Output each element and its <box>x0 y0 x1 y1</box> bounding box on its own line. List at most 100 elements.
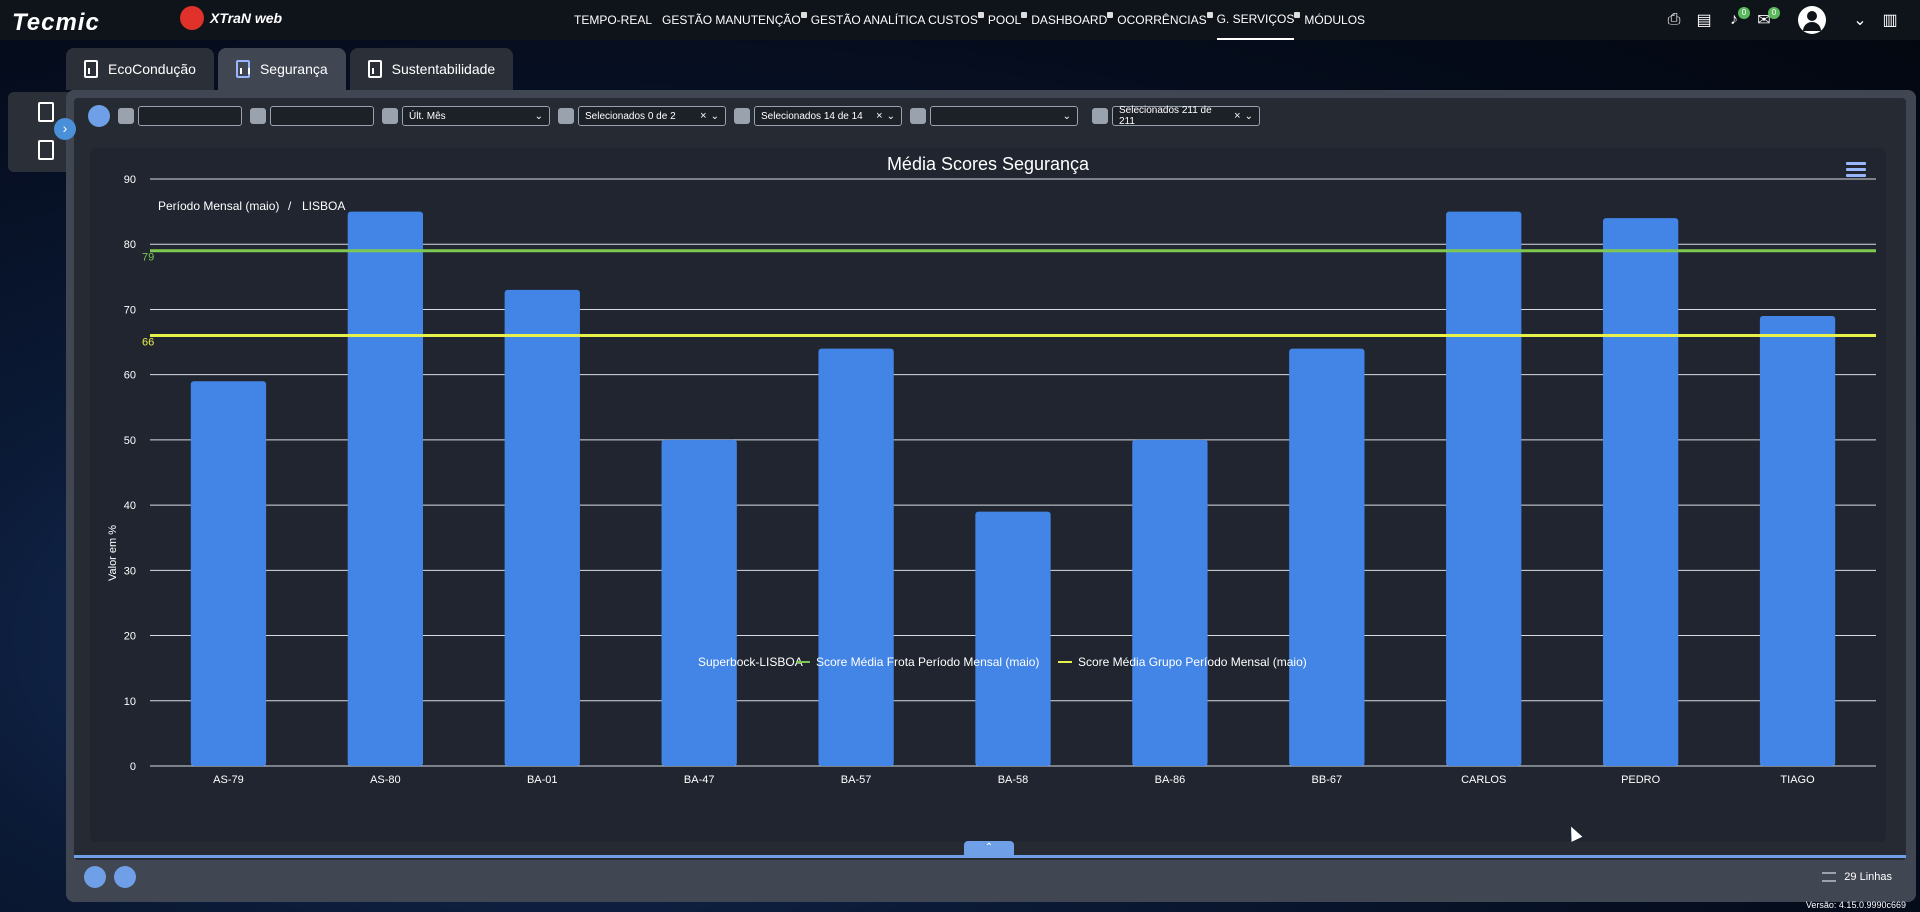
bar[interactable] <box>661 439 737 766</box>
x-tick-label: BA-47 <box>684 774 715 786</box>
period-select[interactable]: Últ. Mês ⌄ <box>402 106 550 126</box>
nav-item[interactable]: GESTÃO MANUTENÇÃO <box>662 0 807 40</box>
bar[interactable] <box>1289 348 1365 766</box>
groups-select[interactable]: Selecionados 14 de 14 × ⌄ <box>754 106 902 126</box>
chart-svg: Média Scores Segurança Período Mensal (m… <box>107 154 1876 786</box>
date-to-input[interactable] <box>270 106 374 126</box>
x-tick-label: AS-80 <box>370 774 401 786</box>
module-tabs: EcoCondução Segurança Sustentabilidade <box>66 48 517 90</box>
type-select[interactable]: ⌄ <box>930 106 1078 126</box>
list-icon <box>1822 872 1837 882</box>
date-from-input[interactable] <box>138 106 242 126</box>
bell-icon[interactable]: ♪ 0 <box>1724 7 1750 30</box>
nav-item[interactable]: GESTÃO ANALÍTICA CUSTOS <box>811 0 985 40</box>
nav-item[interactable]: TEMPO-REAL <box>574 0 652 40</box>
clear-icon[interactable]: × <box>876 110 882 122</box>
legend-item[interactable]: Score Média Frota Período Mensal (maio) <box>816 655 1039 669</box>
report-settings-icon[interactable]: ⎙ <box>1664 10 1684 30</box>
xtran-logo-text: XTraN web <box>210 9 283 26</box>
main-nav: TEMPO-REAL GESTÃO MANUTENÇÃO GESTÃO ANALÍT… <box>574 0 1375 40</box>
x-tick-label: BB-67 <box>1312 774 1343 786</box>
x-tick-label: BA-86 <box>1155 774 1186 786</box>
legend-item[interactable]: Superbock-LISBOA <box>698 655 803 669</box>
clear-icon[interactable]: × <box>700 110 706 122</box>
legend-marker <box>678 656 690 668</box>
bar[interactable] <box>190 381 267 766</box>
bar[interactable] <box>1602 218 1679 767</box>
reference-line-label: 66 <box>142 337 154 349</box>
nav-item[interactable]: DASHBOARD <box>1031 0 1114 40</box>
print-icon[interactable] <box>114 866 136 888</box>
y-tick-label: 80 <box>124 239 136 251</box>
bar[interactable] <box>1132 439 1208 766</box>
vehicles-select[interactable]: Selecionados 211 de 211 × ⌄ <box>1112 105 1260 127</box>
nav-item[interactable]: POOL <box>988 0 1028 40</box>
y-tick-label: 90 <box>124 174 136 186</box>
x-tick-label: BA-58 <box>998 774 1029 786</box>
x-tick-label: AS-79 <box>213 774 244 786</box>
company-value: Selecionados 0 de 2 <box>585 110 676 122</box>
nav-item[interactable]: OCORRÊNCIAS <box>1117 0 1213 40</box>
period-value: Últ. Mês <box>409 110 446 122</box>
users-icon <box>734 108 750 124</box>
tab-ecoconducao[interactable]: EcoCondução <box>66 48 214 90</box>
x-tick-label: CARLOS <box>1461 774 1506 786</box>
x-tick-label: BA-01 <box>527 774 558 786</box>
chevron-down-icon[interactable]: ⌄ <box>1850 10 1870 30</box>
table-report-icon[interactable] <box>38 140 54 160</box>
bar[interactable] <box>1446 211 1522 767</box>
tab-sustentabilidade[interactable]: Sustentabilidade <box>349 48 514 90</box>
nav-item[interactable]: MÓDULOS <box>1304 0 1365 40</box>
tab-label: Sustentabilidade <box>391 61 496 77</box>
bar[interactable] <box>347 211 424 767</box>
y-tick-label: 50 <box>124 435 136 447</box>
y-tick-label: 40 <box>124 500 136 512</box>
y-tick-label: 20 <box>124 631 136 643</box>
envelope-icon[interactable]: ✉ 0 <box>1754 7 1780 30</box>
bar[interactable] <box>1759 315 1836 766</box>
chevron-down-icon: ⌄ <box>710 111 719 122</box>
collapse-chart-button[interactable]: ⌃ <box>964 841 1014 855</box>
x-tick-label: BA-57 <box>841 774 872 786</box>
book-icon[interactable]: ▥ <box>1880 10 1900 30</box>
breadcrumb-period[interactable]: Período Mensal (maio) <box>158 199 279 213</box>
briefcase-icon <box>558 108 574 124</box>
row-count[interactable]: 29 Linhas <box>1822 871 1892 883</box>
bar[interactable] <box>975 511 1051 766</box>
xtran-web-logo[interactable]: XTraN web <box>180 6 282 30</box>
groups-value: Selecionados 14 de 14 <box>761 110 863 122</box>
bar[interactable] <box>818 348 894 766</box>
chart-menu-icon[interactable] <box>1846 162 1866 178</box>
breadcrumb-separator: / <box>288 199 292 213</box>
document-icon[interactable]: ▤ <box>1694 10 1714 30</box>
calendar-end-icon <box>250 108 266 124</box>
report-icon <box>84 60 98 78</box>
report-config-icon[interactable] <box>88 105 110 127</box>
calendar-start-icon <box>118 108 134 124</box>
tab-seguranca[interactable]: Segurança <box>217 48 346 90</box>
y-tick-label: 30 <box>124 565 136 577</box>
legend-item[interactable]: Score Média Grupo Período Mensal (maio) <box>1078 655 1307 669</box>
tecmic-logo[interactable]: Tecmic <box>12 9 100 37</box>
messages-badge: 0 <box>1768 7 1780 19</box>
chevron-down-icon: ⌄ <box>886 111 895 122</box>
nav-item[interactable]: G. SERVIÇOS <box>1216 0 1301 40</box>
user-avatar[interactable] <box>1798 6 1826 34</box>
y-axis-label: Valor em % <box>107 525 119 581</box>
vehicles-value: Selecionados 211 de 211 <box>1119 105 1212 127</box>
bar[interactable] <box>504 289 580 766</box>
reference-line-label: 79 <box>142 252 154 264</box>
chevron-down-icon: ⌄ <box>534 110 543 122</box>
filter-bar: Últ. Mês ⌄ Selecionados 0 de 2 × ⌄ Selecion… <box>84 104 1260 128</box>
grid-icon <box>910 108 926 124</box>
chart-report-icon[interactable] <box>38 102 54 122</box>
top-navbar: Tecmic XTraN web TEMPO-REAL GESTÃO MANUTE… <box>0 0 1920 40</box>
bottom-toolbar: 29 Linhas <box>74 862 1906 892</box>
alerts-badge: 0 <box>1738 7 1750 19</box>
tab-label: EcoCondução <box>108 61 196 77</box>
vehicles-icon <box>1092 108 1108 124</box>
export-icon[interactable] <box>84 866 106 888</box>
expand-sidebar-button[interactable]: › <box>54 118 76 140</box>
company-select[interactable]: Selecionados 0 de 2 × ⌄ <box>578 106 726 126</box>
clear-icon[interactable]: × <box>1234 110 1240 122</box>
